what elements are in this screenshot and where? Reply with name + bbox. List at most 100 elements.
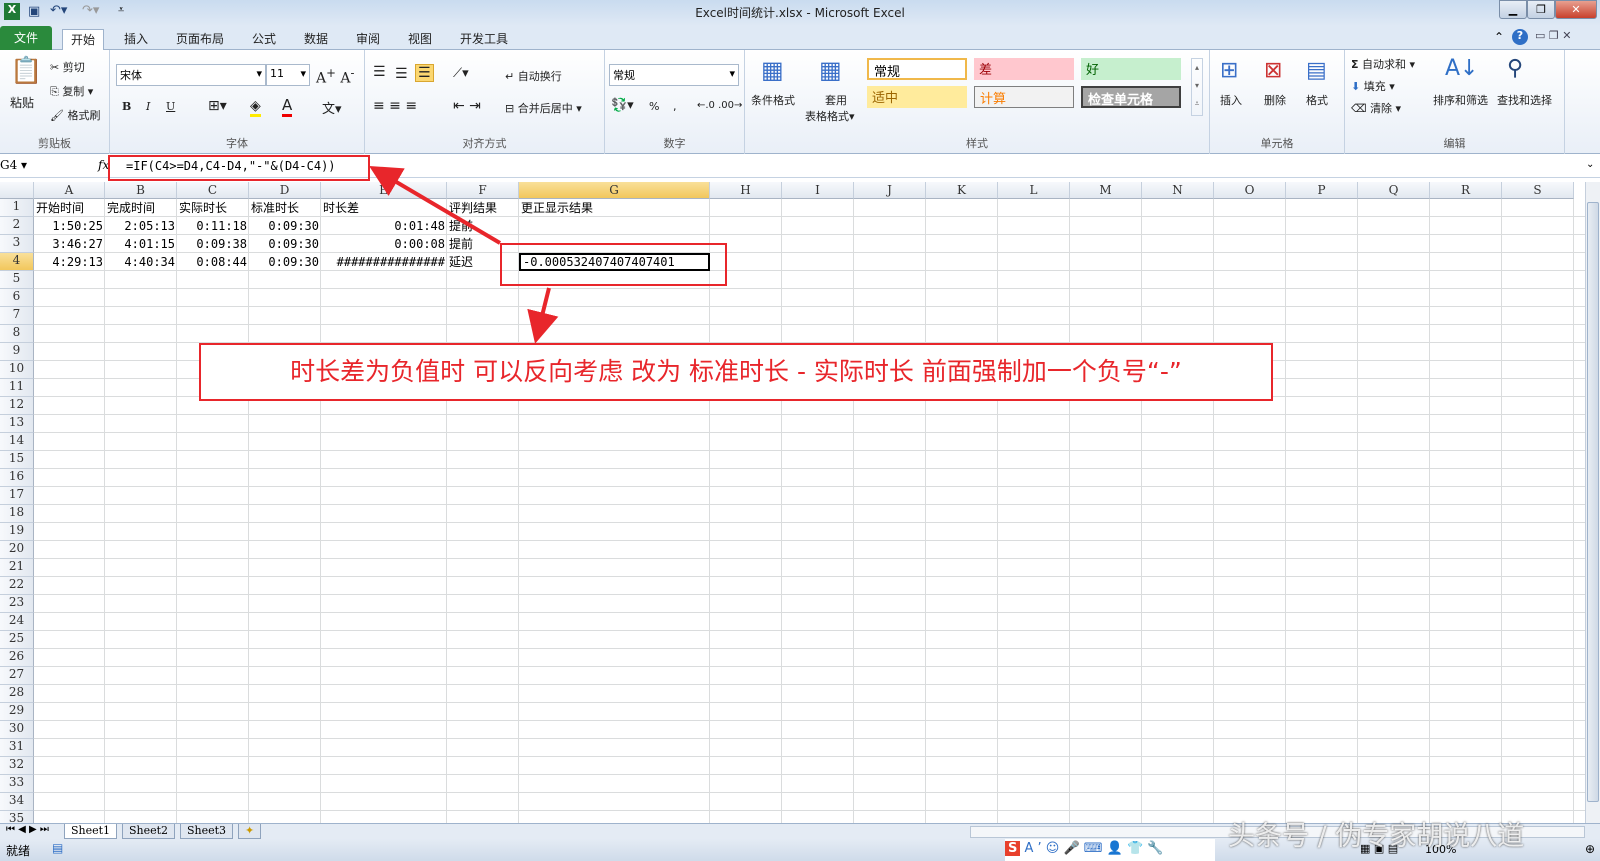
- tab-page-layout[interactable]: 页面布局: [168, 29, 232, 50]
- tab-review[interactable]: 审阅: [348, 29, 388, 50]
- cell-style-5[interactable]: 检查单元格: [1081, 86, 1181, 108]
- column-header-F[interactable]: F: [447, 182, 519, 199]
- cell-A2[interactable]: 1:50:25: [34, 217, 105, 235]
- decimal-icon[interactable]: ←.0 .00→: [697, 100, 742, 111]
- autosum-button[interactable]: Σ 自动求和 ▾: [1351, 56, 1415, 72]
- cell-style-3[interactable]: 适中: [867, 86, 967, 108]
- cell-D3[interactable]: 0:09:30: [249, 235, 321, 253]
- cell-style-0[interactable]: 常规: [867, 58, 967, 80]
- row-header-10[interactable]: 10: [0, 361, 34, 379]
- cell-E4[interactable]: ###############: [321, 253, 447, 271]
- italic-button[interactable]: I: [146, 100, 150, 113]
- row-header-12[interactable]: 12: [0, 397, 34, 415]
- gallery-scroll[interactable]: ▴ ▾ ⩡: [1191, 58, 1203, 116]
- conditional-format-icon[interactable]: ▦: [761, 56, 784, 84]
- macro-record-icon[interactable]: ▤: [52, 841, 63, 855]
- cell-E3[interactable]: 0:00:08: [321, 235, 447, 253]
- tab-home[interactable]: 开始: [62, 29, 105, 50]
- row-header-15[interactable]: 15: [0, 451, 34, 469]
- delete-cells-icon[interactable]: ⊠: [1264, 58, 1282, 83]
- cut-button[interactable]: ✂ 剪切: [50, 59, 85, 75]
- bold-button[interactable]: B: [122, 100, 131, 113]
- font-size-select[interactable]: 11 ▾: [266, 64, 310, 86]
- column-header-G[interactable]: G: [519, 182, 710, 199]
- row-header-35[interactable]: 35: [0, 811, 34, 823]
- delete-button[interactable]: 删除: [1264, 92, 1286, 108]
- clear-button[interactable]: ⌫ 清除 ▾: [1351, 100, 1401, 116]
- column-header-J[interactable]: J: [854, 182, 926, 199]
- column-header-N[interactable]: N: [1142, 182, 1214, 199]
- currency-icon[interactable]: 💱▾: [611, 98, 634, 113]
- cell-A4[interactable]: 4:29:13: [34, 253, 105, 271]
- column-header-L[interactable]: L: [998, 182, 1070, 199]
- row-header-29[interactable]: 29: [0, 703, 34, 721]
- collapse-ribbon-icon[interactable]: ⌃: [1494, 30, 1504, 44]
- column-header-Q[interactable]: Q: [1358, 182, 1430, 199]
- cell-F2[interactable]: 提前: [447, 217, 537, 235]
- find-select-button[interactable]: 查找和选择: [1497, 92, 1552, 108]
- row-header-8[interactable]: 8: [0, 325, 34, 343]
- paste-button[interactable]: 粘贴: [10, 94, 34, 111]
- row-header-33[interactable]: 33: [0, 775, 34, 793]
- cell-style-2[interactable]: 好: [1081, 58, 1181, 80]
- row-header-20[interactable]: 20: [0, 541, 34, 559]
- orientation-icon[interactable]: ⟋▾: [453, 66, 469, 81]
- percent-button[interactable]: %: [649, 100, 659, 113]
- cell-E1[interactable]: 时长差: [321, 199, 447, 217]
- column-header-D[interactable]: D: [249, 182, 321, 199]
- phonetic-icon[interactable]: 文▾: [322, 98, 342, 117]
- cell-A1[interactable]: 开始时间: [34, 199, 105, 217]
- comma-button[interactable]: ,: [673, 100, 677, 113]
- paste-icon[interactable]: 📋: [10, 56, 42, 86]
- row-header-22[interactable]: 22: [0, 577, 34, 595]
- column-header-A[interactable]: A: [34, 182, 105, 199]
- cell-D1[interactable]: 标准时长: [249, 199, 321, 217]
- fill-button[interactable]: ⬇ 填充 ▾: [1351, 78, 1395, 94]
- zoom-in-icon[interactable]: ⊕: [1585, 842, 1595, 856]
- cell-B1[interactable]: 完成时间: [105, 199, 177, 217]
- row-header-32[interactable]: 32: [0, 757, 34, 775]
- column-header-S[interactable]: S: [1502, 182, 1574, 199]
- ime-toolbar[interactable]: S A ’ ☺ 🎤 ⌨ 👤 👕 🔧: [1005, 839, 1215, 861]
- row-header-7[interactable]: 7: [0, 307, 34, 325]
- format-table-icon[interactable]: ▦: [819, 56, 842, 84]
- column-header-H[interactable]: H: [710, 182, 782, 199]
- sheet-nav-icons[interactable]: ⏮ ◀ ▶ ⏭: [6, 824, 49, 835]
- column-header-P[interactable]: P: [1286, 182, 1358, 199]
- row-header-17[interactable]: 17: [0, 487, 34, 505]
- row-header-26[interactable]: 26: [0, 649, 34, 667]
- merge-center-button[interactable]: ⊟ 合并后居中 ▾: [505, 100, 582, 116]
- sort-filter-icon[interactable]: A↓: [1445, 56, 1478, 81]
- vertical-scrollbar[interactable]: [1585, 182, 1600, 823]
- tab-developer[interactable]: 开发工具: [452, 29, 516, 50]
- row-header-34[interactable]: 34: [0, 793, 34, 811]
- cell-style-4[interactable]: 计算: [974, 86, 1074, 108]
- worksheet-grid[interactable]: A B C D E F G H I J K L M N O P Q R S 1 2 3 4 5 6 7 8 9 10 11 12 13 14 15…: [0, 182, 1585, 823]
- column-header-M[interactable]: M: [1070, 182, 1142, 199]
- close-button[interactable]: ✕: [1555, 0, 1597, 19]
- column-header-B[interactable]: B: [105, 182, 177, 199]
- row-header-16[interactable]: 16: [0, 469, 34, 487]
- column-header-I[interactable]: I: [782, 182, 854, 199]
- cell-G1[interactable]: 更正显示结果: [519, 199, 710, 217]
- row-header-25[interactable]: 25: [0, 631, 34, 649]
- cell-C2[interactable]: 0:11:18: [177, 217, 249, 235]
- minimize-button[interactable]: ▁: [1499, 0, 1527, 19]
- format-cells-icon[interactable]: ▤: [1306, 58, 1327, 83]
- row-header-31[interactable]: 31: [0, 739, 34, 757]
- maximize-button[interactable]: ❐: [1527, 0, 1555, 19]
- format-button[interactable]: 格式: [1306, 92, 1328, 108]
- wrap-text-button[interactable]: ↵ 自动换行: [505, 68, 562, 84]
- cell-style-1[interactable]: 差: [974, 58, 1074, 80]
- column-header-E[interactable]: E: [321, 182, 447, 199]
- sheet-tab-2[interactable]: Sheet2: [122, 824, 176, 839]
- copy-button[interactable]: ⎘ 复制 ▾: [50, 83, 93, 99]
- align-top-icon[interactable]: ☰: [373, 64, 386, 80]
- row-header-14[interactable]: 14: [0, 433, 34, 451]
- row-header-27[interactable]: 27: [0, 667, 34, 685]
- number-format-select[interactable]: 常规 ▾: [609, 64, 739, 86]
- row-header-24[interactable]: 24: [0, 613, 34, 631]
- row-header-11[interactable]: 11: [0, 379, 34, 397]
- binoculars-icon[interactable]: ⚲: [1507, 56, 1523, 81]
- workbook-window-controls[interactable]: ▭ ❐ ✕: [1535, 29, 1571, 42]
